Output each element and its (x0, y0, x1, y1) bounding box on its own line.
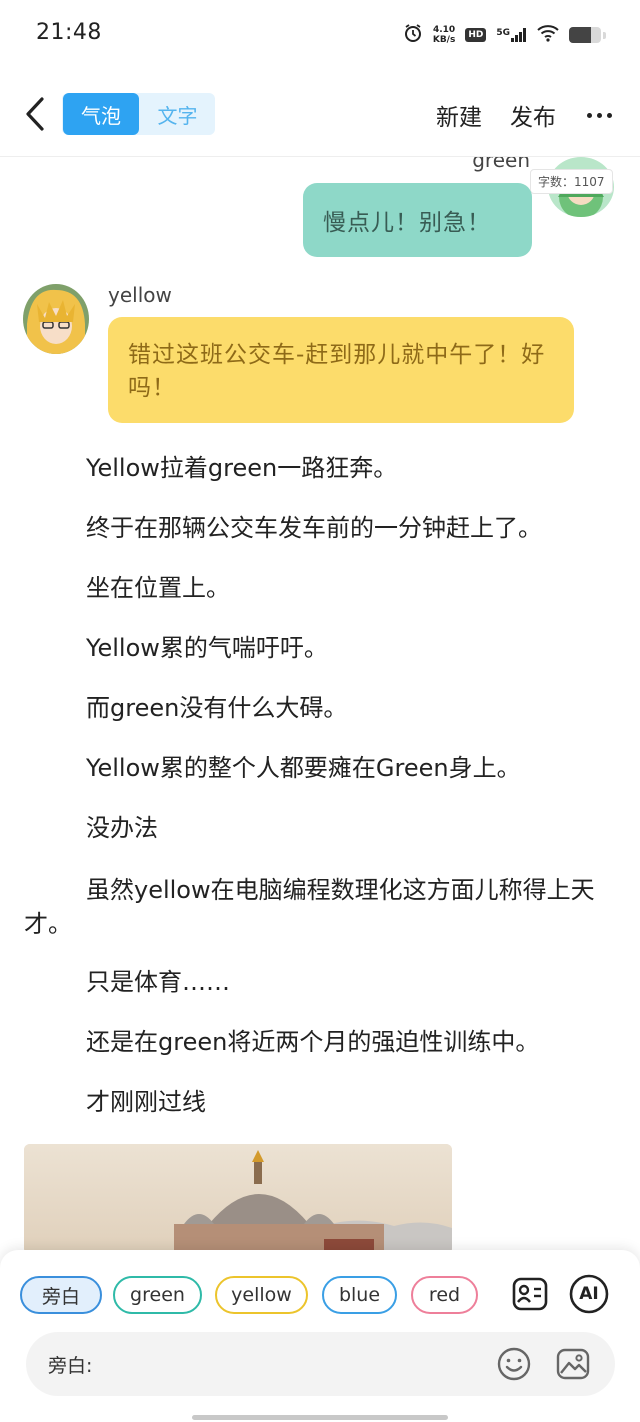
more-dot (587, 112, 592, 118)
hd-icon: HD (465, 28, 487, 42)
message-bubble-yellow[interactable]: 错过这班公交车-赶到那儿就中午了！好吗！ (108, 317, 574, 423)
status-time: 21:48 (36, 20, 102, 45)
word-count-badge: 字数：1107 (530, 169, 613, 194)
message-bubble-green[interactable]: 慢点儿！别急！ (303, 183, 532, 257)
publish-button[interactable]: 发布 (510, 98, 556, 132)
emoji-icon (497, 1347, 531, 1381)
contact-card-icon (512, 1277, 548, 1311)
image-icon (556, 1348, 590, 1380)
story-content[interactable]: green 字数：1107 慢点儿！别急！ yellow 错过这班公交车-赶到那… (0, 157, 640, 1250)
character-chip-yellow[interactable]: yellow (215, 1276, 308, 1314)
speaker-name-yellow: yellow (108, 283, 172, 307)
battery-icon (569, 27, 601, 43)
narration-paragraph[interactable]: 才刚刚过线 (24, 1085, 614, 1119)
signal-5g-icon: 5G (496, 28, 527, 42)
tab-text[interactable]: 文字 (140, 93, 215, 135)
character-chip-red[interactable]: red (411, 1276, 478, 1314)
network-speed: 4.10 KB/s (432, 25, 456, 45)
more-dot (607, 112, 612, 118)
narration-paragraph[interactable]: Yellow累的气喘吁吁。 (24, 631, 614, 665)
new-button[interactable]: 新建 (436, 98, 482, 132)
narration-paragraph[interactable]: 而green没有什么大碍。 (24, 691, 614, 725)
status-bar: 21:48 4.10 KB/s HD 5G (0, 0, 640, 68)
story-image[interactable] (24, 1144, 452, 1250)
status-icons: 4.10 KB/s HD 5G (403, 20, 606, 50)
wifi-icon (537, 24, 559, 46)
emoji-button[interactable] (494, 1344, 534, 1384)
contact-card-button[interactable] (510, 1274, 550, 1314)
narration-paragraph[interactable]: Yellow累的整个人都要瘫在Green身上。 (24, 751, 614, 785)
narration-paragraph[interactable]: 还是在green将近两个月的强迫性训练中。 (24, 1025, 614, 1059)
image-button[interactable] (553, 1344, 593, 1384)
ai-label: AI (579, 1284, 599, 1304)
character-chip-green[interactable]: green (113, 1276, 202, 1314)
narration-paragraph[interactable]: Yellow拉着green一路狂奔。 (24, 451, 614, 485)
narration-paragraph[interactable]: 没办法 (24, 811, 614, 845)
mode-toggle: 气泡 文字 (62, 93, 215, 135)
character-chip-narrator[interactable]: 旁白 (20, 1276, 102, 1314)
speaker-name-green: green (472, 157, 530, 172)
input-speaker-label: 旁白: (48, 1355, 93, 1377)
home-indicator[interactable] (192, 1415, 448, 1420)
more-menu-button[interactable] (587, 100, 612, 130)
chevron-left-icon (26, 97, 44, 131)
alarm-icon (403, 23, 423, 47)
back-button[interactable] (18, 94, 52, 134)
ai-button[interactable]: AI (569, 1274, 609, 1314)
narration-paragraph[interactable]: 只是体育…… (24, 965, 614, 999)
narration-paragraph[interactable]: 坐在位置上。 (24, 571, 614, 605)
character-chip-blue[interactable]: blue (322, 1276, 397, 1314)
narration-paragraph[interactable]: 虽然yellow在电脑编程数理化这方面儿称得上天才。 (24, 873, 614, 941)
more-dot (597, 112, 602, 118)
tab-bubble[interactable]: 气泡 (63, 93, 139, 135)
top-bar: 气泡 文字 新建 发布 (0, 80, 640, 157)
message-input[interactable]: 旁白: (26, 1332, 615, 1396)
narration-paragraph[interactable]: 终于在那辆公交车发车前的一分钟赶上了。 (24, 511, 614, 545)
avatar-yellow[interactable] (23, 284, 89, 354)
input-panel: 旁白 green yellow blue red AI 旁白: (0, 1250, 640, 1422)
